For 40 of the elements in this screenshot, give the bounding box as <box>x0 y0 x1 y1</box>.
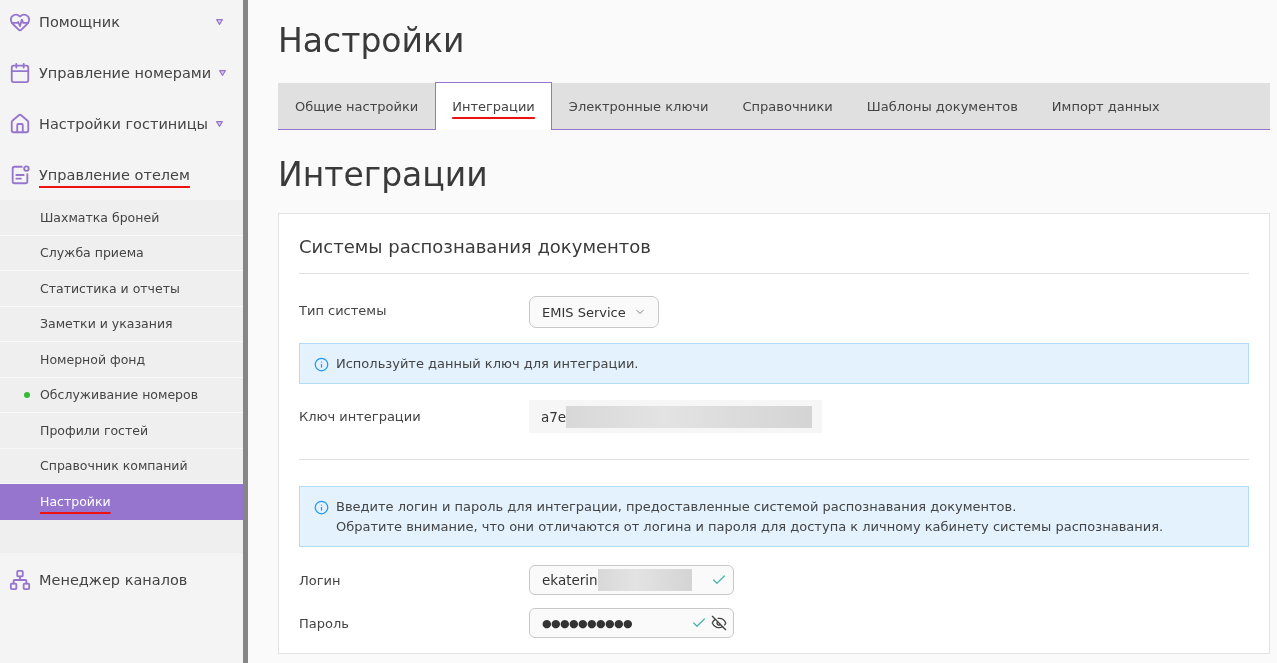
submenu-item[interactable]: Обслуживание номеров <box>0 377 243 413</box>
submenu-item[interactable]: Профили гостей <box>0 413 243 449</box>
tab[interactable]: Импорт данных <box>1034 83 1177 129</box>
login-field[interactable]: ekaterin <box>529 565 734 595</box>
tab[interactable]: Справочники <box>725 83 850 129</box>
info-text: Используйте данный ключ для интеграции. <box>336 355 639 373</box>
field-label: Ключ интеграции <box>299 409 421 424</box>
submenu-item[interactable]: Статистика и отчеты <box>0 271 243 307</box>
sidebar-item[interactable]: Менеджер каналов <box>0 552 243 607</box>
sidebar-item[interactable]: Управление отелем <box>0 149 243 200</box>
field-label: Пароль <box>299 615 349 631</box>
integration-key-field[interactable]: a7e <box>529 400 822 433</box>
sidebar-item[interactable]: Помощник <box>0 0 243 47</box>
eye-off-icon[interactable] <box>711 615 727 631</box>
tab[interactable]: Шаблоны документов <box>849 83 1035 129</box>
tab[interactable]: Электронные ключи <box>551 83 726 129</box>
password-field[interactable]: ●●●●●●●●●● <box>529 608 734 638</box>
info-text: Обратите внимание, что они отличаются от логина и пароля для доступа к личному кабинету системы распознавания. <box>336 518 1164 536</box>
info-icon <box>314 356 329 372</box>
system-type-dropdown[interactable]: EMIS Service <box>529 296 659 328</box>
house-icon <box>9 112 31 135</box>
info-icon <box>314 499 329 515</box>
submenu-item[interactable]: Шахматка броней <box>0 200 243 236</box>
submenu-item[interactable]: Заметки и указания <box>0 306 243 342</box>
sidebar-item[interactable]: Управление номерами <box>0 47 243 98</box>
field-label: Логин <box>299 572 341 588</box>
submenu-item[interactable]: Служба приема <box>0 235 243 271</box>
document-icon <box>9 163 31 186</box>
section-title: Интеграции <box>278 154 488 196</box>
submenu-item[interactable]: Настройки <box>0 484 243 520</box>
network-icon <box>9 568 31 591</box>
field-label: Тип системы <box>299 302 387 318</box>
submenu-item[interactable]: Номерной фонд <box>0 342 243 378</box>
page-title: Настройки <box>278 20 465 62</box>
info-text: Введите логин и пароль для интеграции, предоставленные системой распознавания документов. <box>336 498 1017 516</box>
sidebar-item[interactable]: Настройки гостиницы <box>0 98 243 149</box>
card-title: Системы распознавания документов <box>299 236 651 257</box>
calendar-icon <box>9 61 31 84</box>
tab[interactable]: Интеграции <box>435 82 552 130</box>
tab[interactable]: Общие настройки <box>278 83 436 129</box>
